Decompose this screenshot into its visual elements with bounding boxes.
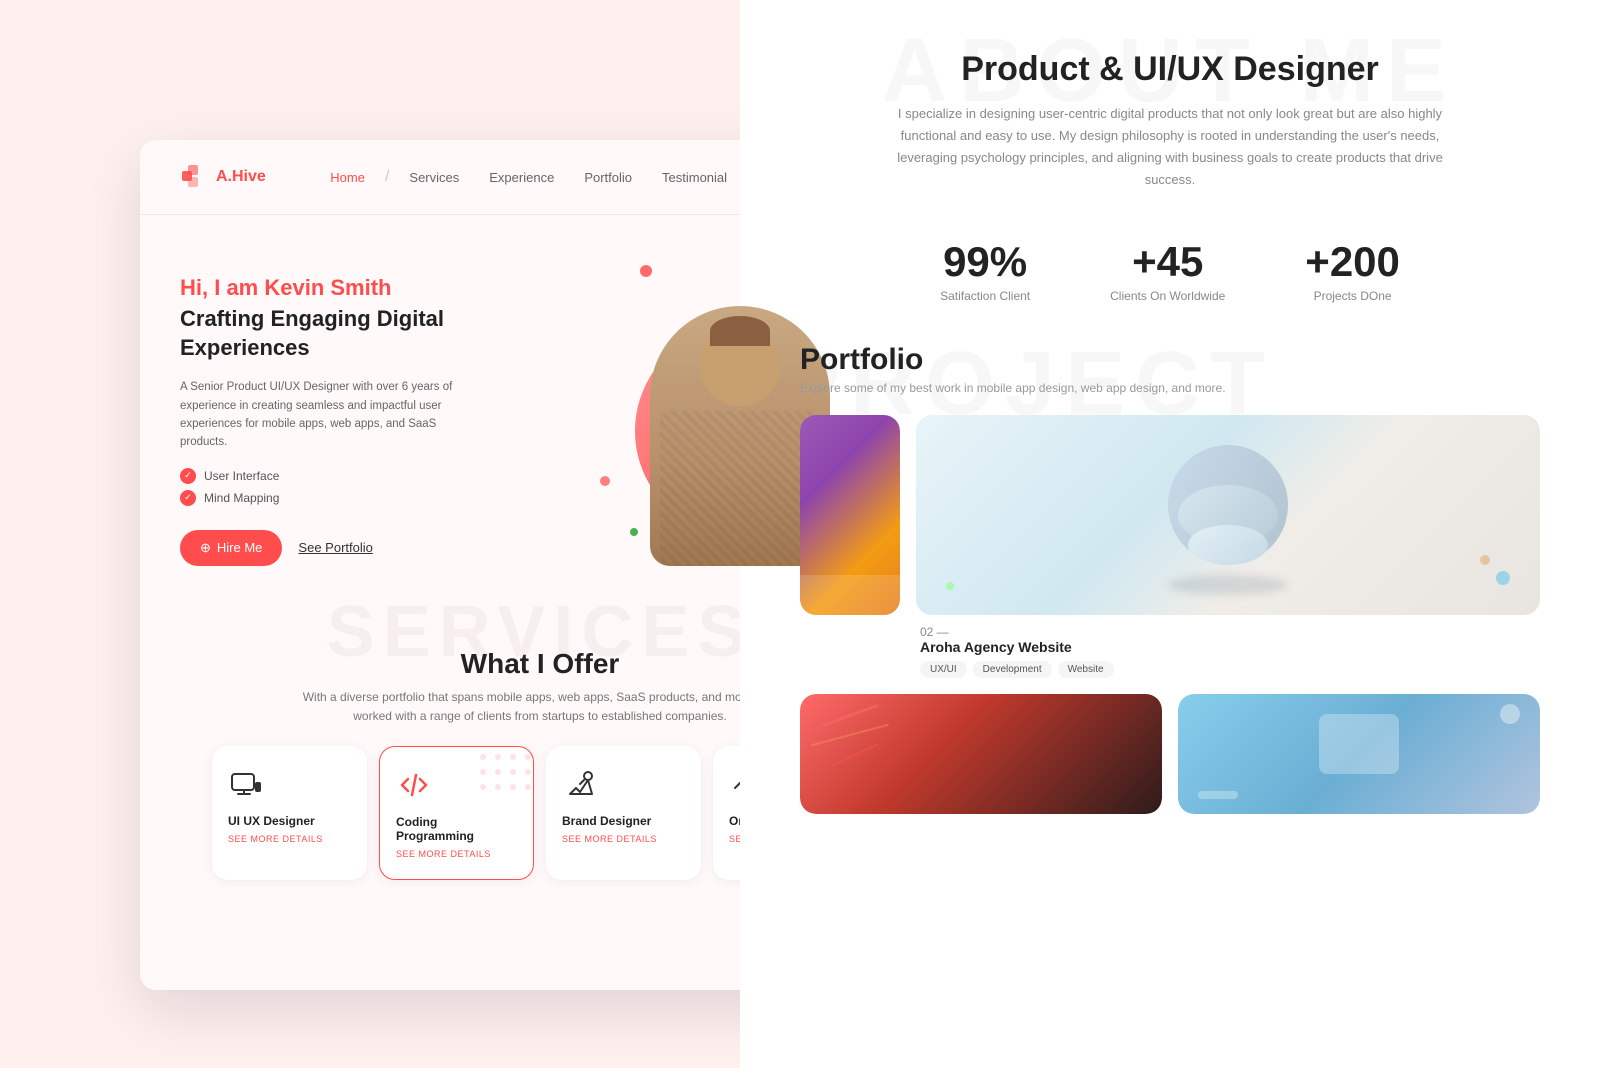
stat-number: +45 [1110,241,1225,283]
about-description: I specialize in designing user-centric d… [880,103,1460,191]
check-icon: ✓ [180,468,196,484]
hero-greeting: Hi, I am Kevin Smith [180,275,580,301]
portfolio-card-2[interactable]: 02 — Aroha Agency Website UX/UI Developm… [916,415,1540,678]
stat-clients: +45 Clients On Worldwide [1110,241,1225,303]
portfolio-image-3 [800,694,1162,814]
right-panel: ABOUT ME Product & UI/UX Designer I spec… [740,0,1600,1068]
tag: Website [1058,661,1114,678]
nav-testimonial[interactable]: Testimonial [662,170,727,185]
service-card-uiux[interactable]: UI UX Designer SEE MORE DETAILS [212,746,367,880]
tag: UX/UI [920,661,967,678]
stat-number: +200 [1305,241,1400,283]
portfolio-card-2-info: 02 — Aroha Agency Website UX/UI Developm… [916,615,1540,678]
portfolio-image-1 [800,415,900,615]
service-link-uiux[interactable]: SEE MORE DETAILS [228,834,351,844]
portfolio-row-2 [800,694,1540,814]
logo-icon [180,163,208,191]
portfolio-name-2: Aroha Agency Website [920,639,1536,655]
portfolio-tags-2: UX/UI Development Website [920,661,1536,678]
check-icon: ✓ [180,490,196,506]
service-link-brand[interactable]: SEE MORE DETAILS [562,834,685,844]
stat-number: 99% [940,241,1030,283]
stat-label: Projects DOne [1305,289,1400,303]
nav-links: Home / Services Experience Portfolio Tes… [330,168,727,186]
service-card-coding[interactable]: Coding Programming SEE MORE DETAILS [379,746,534,880]
dots-pattern [473,747,533,807]
brand-icon [562,766,598,802]
nav-experience[interactable]: Experience [489,170,554,185]
hero-title: Crafting Engaging Digital Experiences [180,305,580,362]
nav-portfolio[interactable]: Portfolio [584,170,632,185]
service-card-brand[interactable]: Brand Designer SEE MORE DETAILS [546,746,701,880]
stats-row: 99% Satifaction Client +45 Clients On Wo… [740,211,1600,333]
about-title: Product & UI/UX Designer [800,50,1540,89]
portfolio-card-1[interactable] [800,415,900,678]
portfolio-section: PROJECT Portfolio Explore some of my bes… [740,333,1600,834]
portfolio-number-2: 02 — [920,625,1536,639]
see-portfolio-link[interactable]: See Portfolio [298,540,372,555]
coding-icon [396,767,432,803]
nav-home[interactable]: Home [330,170,365,185]
about-section: ABOUT ME Product & UI/UX Designer I spec… [740,0,1600,201]
service-link-coding[interactable]: SEE MORE DETAILS [396,849,517,859]
tag: Development [973,661,1052,678]
portfolio-grid: 02 — Aroha Agency Website UX/UI Developm… [800,415,1540,678]
hero-features: ✓ User Interface ✓ Mind Mapping [180,468,580,506]
decoration-dot [600,476,610,486]
uiux-icon [228,766,264,802]
portfolio-image-2 [916,415,1540,615]
portfolio-title: Portfolio [800,343,1540,377]
stat-label: Satifaction Client [940,289,1030,303]
logo-text: A.Hive [216,168,266,186]
service-name-coding: Coding Programming [396,815,517,843]
portfolio-card-3[interactable] [800,694,1162,814]
hero-name: Kevin Smith [264,275,391,300]
hero-buttons: ⊕ Hire Me See Portfolio [180,530,580,566]
stat-projects: +200 Projects DOne [1305,241,1400,303]
feature-item: ✓ Mind Mapping [180,490,580,506]
nav-services[interactable]: Services [409,170,459,185]
logo[interactable]: A.Hive [180,163,266,191]
service-name-brand: Brand Designer [562,814,685,828]
portfolio-description: Explore some of my best work in mobile a… [800,381,1540,395]
stat-label: Clients On Worldwide [1110,289,1225,303]
portfolio-image-4 [1178,694,1540,814]
hero-content: Hi, I am Kevin Smith Crafting Engaging D… [180,255,580,566]
service-name-uiux: UI UX Designer [228,814,351,828]
stat-satisfaction: 99% Satifaction Client [940,241,1030,303]
hire-me-button[interactable]: ⊕ Hire Me [180,530,282,566]
feature-item: ✓ User Interface [180,468,580,484]
services-description: With a diverse portfolio that spans mobi… [290,688,790,726]
hero-description: A Senior Product UI/UX Designer with ove… [180,378,480,452]
portfolio-card-4[interactable] [1178,694,1540,814]
cursor-icon: ⊕ [200,540,211,556]
